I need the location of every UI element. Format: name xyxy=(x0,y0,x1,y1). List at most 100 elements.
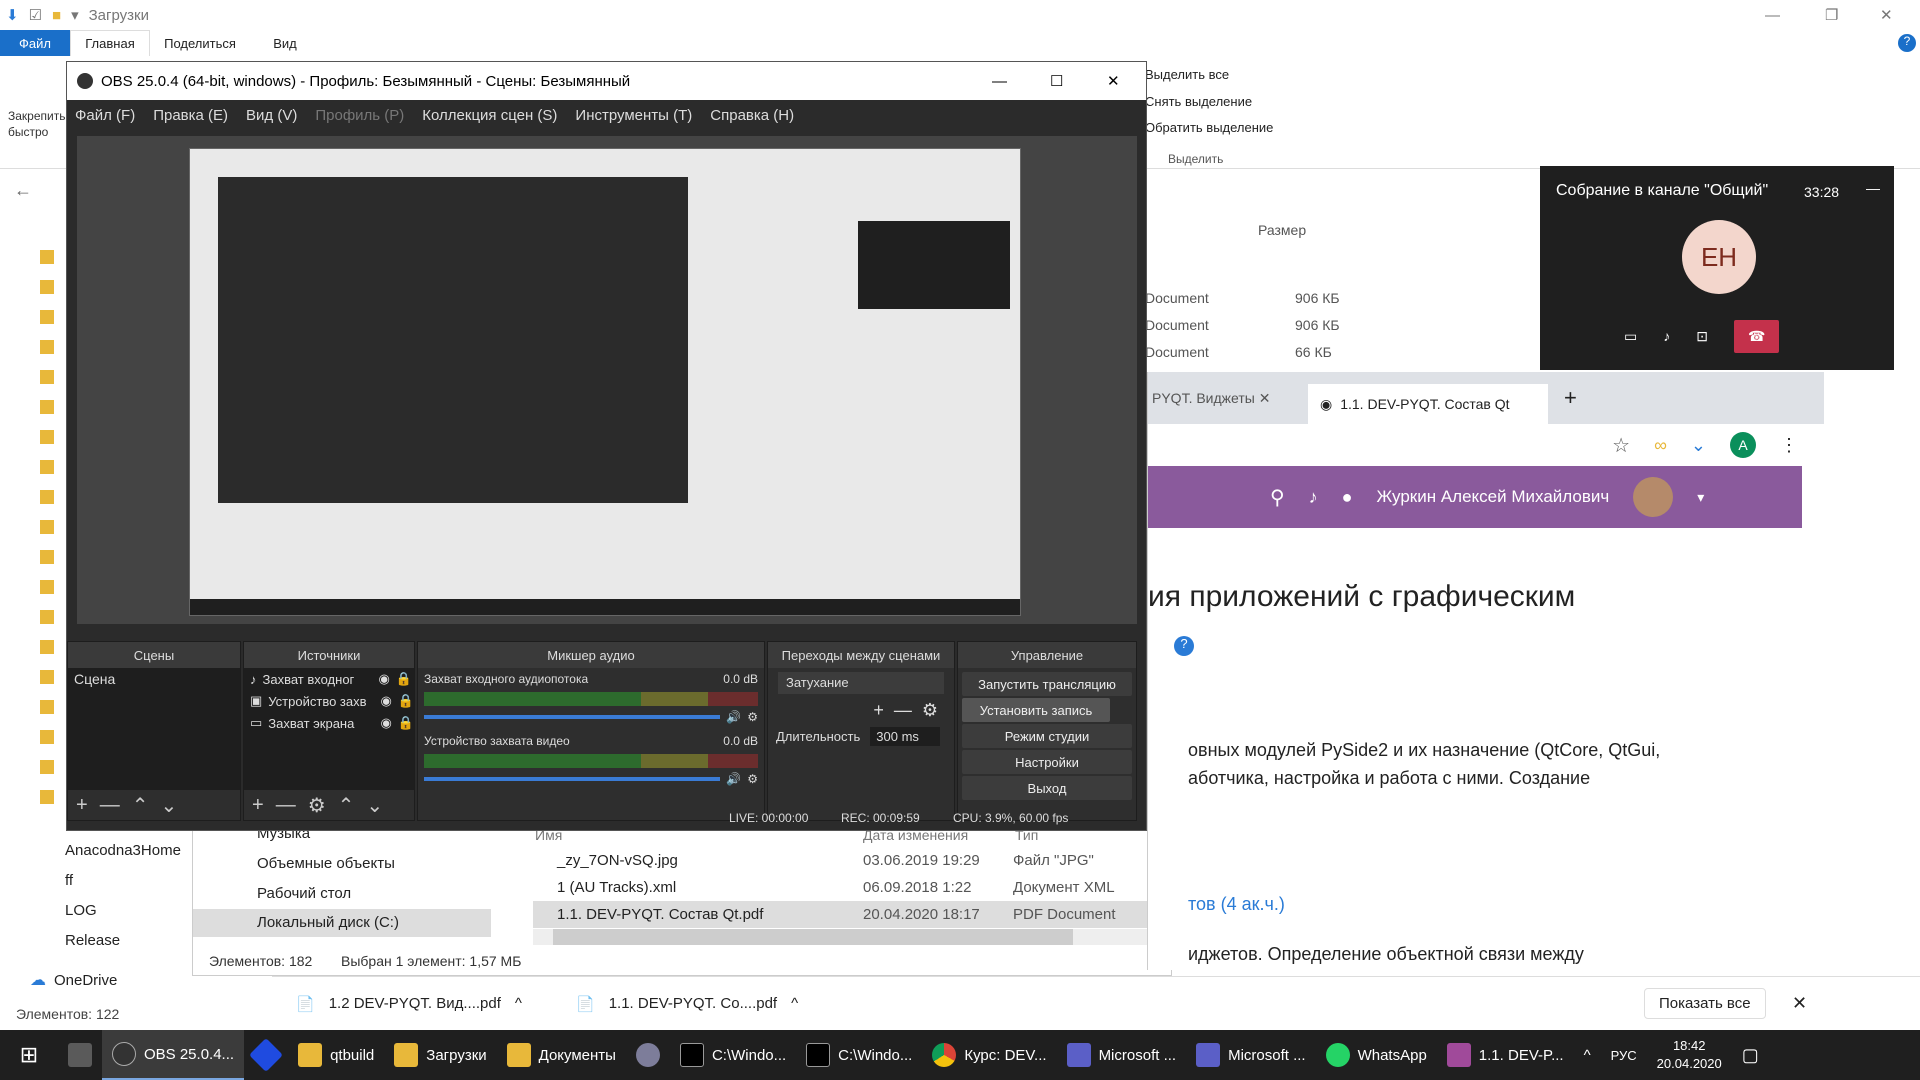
settings-button[interactable]: Настройки xyxy=(962,750,1132,774)
close-icon[interactable]: ✕ xyxy=(1792,993,1807,1014)
taskbar-app-generic[interactable] xyxy=(58,1030,102,1080)
move-down-icon[interactable]: ⌄ xyxy=(366,793,383,818)
move-down-icon[interactable]: ⌄ xyxy=(160,793,177,818)
kebab-menu-icon[interactable]: ⋮ xyxy=(1780,435,1798,456)
menu-file[interactable]: Файл (F) xyxy=(75,107,135,124)
properties-icon[interactable]: ☑ xyxy=(29,6,42,24)
notification-icon[interactable]: ▢ xyxy=(1732,1030,1769,1080)
tab-file[interactable]: Файл xyxy=(0,30,70,56)
remove-icon[interactable]: — xyxy=(100,794,120,817)
minimize-button[interactable]: — xyxy=(992,73,1007,90)
chevron-up-icon[interactable]: ^ xyxy=(515,995,522,1013)
minimize-button[interactable]: — xyxy=(1765,7,1780,24)
bell-icon[interactable]: ♪ xyxy=(1309,487,1318,508)
tray-chevron-icon[interactable]: ^ xyxy=(1574,1030,1601,1080)
maximize-button[interactable]: ☐ xyxy=(1050,72,1063,90)
quick-access-icon[interactable]: ⬇ xyxy=(6,6,19,24)
tab-widgets[interactable]: PYQT. Виджеты ✕ xyxy=(1148,390,1308,407)
select-all[interactable]: Выделить все xyxy=(1145,67,1229,82)
speaker-icon[interactable]: 🔊 xyxy=(726,772,741,786)
lock-icon[interactable]: 🔒 xyxy=(398,693,414,709)
tab-view[interactable]: Вид xyxy=(250,30,320,56)
language-indicator[interactable]: РУС xyxy=(1601,1030,1647,1080)
nav-desktop[interactable]: Рабочий стол xyxy=(257,885,351,902)
taskbar-teams-2[interactable]: Microsoft ... xyxy=(1186,1030,1316,1080)
gear-icon[interactable]: ⚙ xyxy=(747,772,758,786)
file-row-selected[interactable]: 1.1. DEV-PYQT. Состав Qt.pdf 20.04.2020 … xyxy=(533,901,1153,928)
size-header[interactable]: Размер xyxy=(1258,222,1306,238)
gear-icon[interactable]: ⚙ xyxy=(308,793,326,818)
gear-icon[interactable]: ⚙ xyxy=(922,700,938,721)
extension-icon[interactable]: ∞ xyxy=(1654,435,1667,456)
transition-select[interactable]: Затухание xyxy=(778,672,944,694)
sidebar-item-onedrive[interactable]: OneDrive xyxy=(54,972,117,989)
taskbar-documents[interactable]: Документы xyxy=(497,1030,626,1080)
taskbar-app-blue[interactable] xyxy=(244,1030,288,1080)
menu-view[interactable]: Вид (V) xyxy=(246,107,297,124)
user-name[interactable]: Журкин Алексей Михайлович xyxy=(1377,487,1610,507)
search-icon[interactable]: ⚲ xyxy=(1270,485,1285,510)
maximize-button[interactable]: ❐ xyxy=(1825,6,1838,24)
start-button[interactable]: ⊞ xyxy=(0,1030,58,1080)
preview-area[interactable] xyxy=(77,136,1137,624)
nav-3d[interactable]: Объемные объекты xyxy=(257,855,395,872)
hang-up-button[interactable]: ☎ xyxy=(1733,319,1780,353)
taskbar-downloads[interactable]: Загрузки xyxy=(384,1030,496,1080)
horizontal-scrollbar[interactable] xyxy=(533,929,1163,945)
dropdown-icon[interactable]: ▾ xyxy=(71,6,79,24)
exit-button[interactable]: Выход xyxy=(962,776,1132,800)
taskbar-cmd-2[interactable]: C:\Windo... xyxy=(796,1030,922,1080)
taskbar-teams-1[interactable]: Microsoft ... xyxy=(1057,1030,1187,1080)
studio-mode-button[interactable]: Режим студии xyxy=(962,724,1132,748)
taskbar-zoom[interactable] xyxy=(626,1030,670,1080)
menu-edit[interactable]: Правка (E) xyxy=(153,107,228,124)
taskbar-pdf[interactable]: 1.1. DEV-P... xyxy=(1437,1030,1574,1080)
lock-icon[interactable]: 🔒 xyxy=(398,715,414,731)
chevron-up-icon[interactable]: ^ xyxy=(791,995,798,1013)
show-all-button[interactable]: Показать все xyxy=(1644,988,1766,1019)
source-item[interactable]: ▣ Устройство захв ◉ 🔒 xyxy=(244,690,414,712)
gear-icon[interactable]: ⚙ xyxy=(747,710,758,724)
tab-share[interactable]: Поделиться xyxy=(150,30,250,56)
menu-scene-collection[interactable]: Коллекция сцен (S) xyxy=(422,107,557,124)
remove-icon[interactable]: — xyxy=(276,794,296,817)
invert-selection[interactable]: Обратить выделение xyxy=(1145,120,1273,135)
start-streaming-button[interactable]: Запустить трансляцию xyxy=(962,672,1132,696)
scene-item[interactable]: Сцена xyxy=(68,668,240,690)
source-item[interactable]: ▭ Захват экрана ◉ 🔒 xyxy=(244,712,414,734)
download-item[interactable]: 📄 1.1. DEV-PYQT. Co....pdf ^ xyxy=(552,995,832,1013)
tab-home[interactable]: Главная xyxy=(70,30,150,56)
user-avatar[interactable] xyxy=(1633,477,1674,517)
menu-tools[interactable]: Инструменты (T) xyxy=(575,107,692,124)
minimize-icon[interactable]: — xyxy=(1866,180,1880,196)
select-none[interactable]: Снять выделение xyxy=(1145,94,1252,109)
camera-off-icon[interactable]: ▭ xyxy=(1624,328,1637,345)
page-link[interactable]: тов (4 ак.ч.) xyxy=(1188,894,1285,915)
add-icon[interactable]: + xyxy=(873,700,884,721)
taskbar-qtbuild[interactable]: qtbuild xyxy=(288,1030,384,1080)
help-icon[interactable]: ? xyxy=(1898,34,1916,52)
info-icon[interactable]: ? xyxy=(1174,636,1194,656)
back-arrow-icon[interactable]: ← xyxy=(14,180,32,201)
remove-icon[interactable]: — xyxy=(894,700,912,721)
pocket-icon[interactable]: ⌄ xyxy=(1691,435,1706,456)
sidebar-item-release[interactable]: Release xyxy=(65,932,120,949)
file-row[interactable]: 1 (AU Tracks).xml 06.09.2018 1:22 Докуме… xyxy=(533,874,1153,901)
chat-icon[interactable]: ● xyxy=(1342,487,1353,508)
eye-icon[interactable]: ◉ xyxy=(380,693,391,709)
nav-disk-c[interactable]: Локальный диск (C:) xyxy=(193,909,491,937)
share-screen-icon[interactable]: ⊡ xyxy=(1696,328,1708,345)
lock-icon[interactable]: 🔒 xyxy=(396,671,412,687)
tab-qt-composition[interactable]: ◉ 1.1. DEV-PYQT. Состав Qt xyxy=(1308,384,1548,424)
new-tab-icon[interactable]: + xyxy=(1564,385,1577,411)
duration-input[interactable]: 300 ms xyxy=(870,727,941,746)
taskbar-whatsapp[interactable]: WhatsApp xyxy=(1316,1030,1437,1080)
close-button[interactable]: ✕ xyxy=(1107,72,1120,90)
stop-recording-button[interactable]: Установить запись xyxy=(962,698,1110,722)
sidebar-item-anaconda[interactable]: Anacodna3Home xyxy=(65,842,181,859)
close-button[interactable]: ✕ xyxy=(1880,6,1893,24)
move-up-icon[interactable]: ⌃ xyxy=(132,793,149,818)
download-item[interactable]: 📄 1.2 DEV-PYQT. Вид....pdf ^ xyxy=(272,995,552,1013)
source-item[interactable]: ♪ Захват входног ◉ 🔒 xyxy=(244,668,414,690)
file-row[interactable]: _zy_7ON-vSQ.jpg 03.06.2019 19:29 Файл "J… xyxy=(533,847,1153,874)
